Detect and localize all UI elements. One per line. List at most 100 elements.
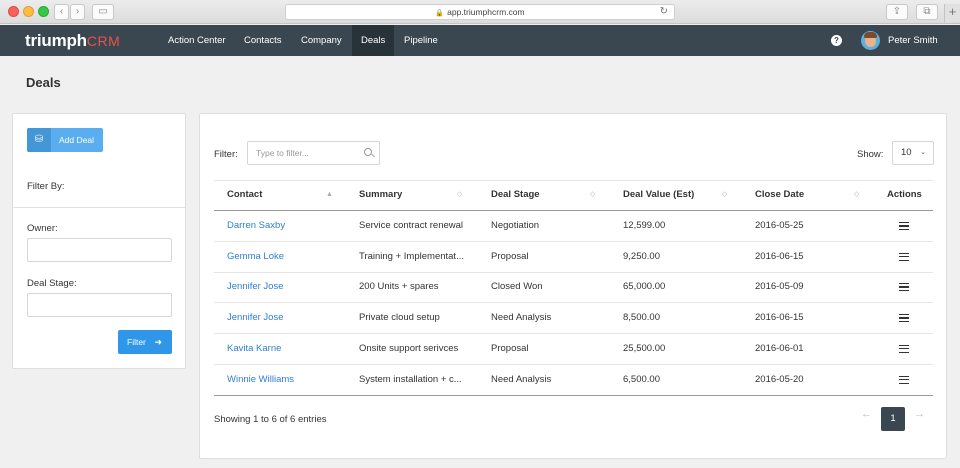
cell-summary: Service contract renewal	[359, 220, 464, 231]
cell-value: 65,000.00	[623, 281, 666, 293]
table-row: Darren Saxby Service contract renewal Nego…	[214, 211, 933, 241]
chevron-down-icon: ⌄	[920, 149, 926, 156]
cell-summary: Private cloud setup	[359, 312, 440, 324]
tabs-icon[interactable]: ⧉	[916, 4, 938, 20]
menu-icon[interactable]	[899, 222, 909, 230]
column-header-contact[interactable]: Contact	[227, 180, 262, 210]
column-header-summary[interactable]: Summary	[359, 180, 402, 210]
new-tab-icon[interactable]: +	[944, 4, 960, 22]
filter-button-label: Filter	[127, 337, 146, 347]
table-filter-placeholder: Type to filter...	[256, 148, 309, 158]
minimize-window-button[interactable]	[23, 6, 34, 17]
close-window-button[interactable]	[8, 6, 19, 17]
pagination-prev[interactable]: ←	[861, 408, 872, 420]
cell-value: 12,599.00	[623, 220, 666, 231]
cell-stage: Negotiation	[491, 220, 540, 231]
cell-summary: Onsite support serivces	[359, 342, 459, 354]
menu-icon[interactable]	[899, 375, 909, 384]
menu-icon[interactable]	[899, 344, 909, 353]
cell-stage: Need Analysis	[491, 312, 552, 324]
back-icon[interactable]: ‹	[54, 4, 69, 20]
cell-close-date: 2016-05-25	[755, 220, 804, 231]
table-row: Gemma Loke Training + Implementat... Propo…	[214, 242, 933, 272]
deal-stage-field[interactable]	[27, 293, 172, 317]
menu-icon[interactable]	[899, 252, 909, 261]
cell-stage: Closed Won	[491, 281, 543, 293]
filter-by-heading: Filter By:	[27, 181, 65, 192]
sort-icon[interactable]: ◇	[590, 180, 595, 210]
nav-deals[interactable]: Deals	[352, 25, 395, 56]
menu-icon[interactable]	[899, 283, 909, 292]
column-header-actions: Actions	[887, 189, 922, 200]
filter-panel: ⛁ Add Deal Filter By: Owner: Deal Stage:…	[12, 113, 186, 369]
table-filter-input[interactable]: Type to filter...	[247, 141, 380, 165]
cell-value: 25,500.00	[623, 342, 666, 354]
cell-value: 9,250.00	[623, 250, 660, 262]
browser-chrome: ‹ › ▭ 🔒 app.triumphcrm.com ↻ ⇪ ⧉ +	[0, 0, 960, 24]
contact-link[interactable]: Kavita Karne	[227, 334, 281, 364]
menu-icon[interactable]	[899, 314, 909, 323]
page-size-select[interactable]: 10 ⌄	[892, 141, 934, 165]
show-label: Show:	[857, 149, 884, 160]
nav-pipeline[interactable]: Pipeline	[395, 25, 447, 56]
sort-asc-icon[interactable]: ▲	[326, 180, 333, 210]
cell-summary: 200 Units + spares	[359, 281, 439, 293]
cell-stage: Need Analysis	[491, 373, 552, 385]
page-size-value: 10	[901, 147, 912, 158]
add-deal-button[interactable]: ⛁ Add Deal	[27, 128, 103, 152]
divider	[13, 207, 185, 208]
filter-button[interactable]: Filter ➜	[118, 330, 172, 354]
share-icon[interactable]: ⇪	[886, 4, 908, 20]
cell-close-date: 2016-05-09	[755, 281, 804, 293]
table-filter-label: Filter:	[214, 149, 238, 160]
pagination-page-1[interactable]: 1	[881, 407, 905, 431]
cell-close-date: 2016-06-01	[755, 342, 804, 354]
sort-icon[interactable]: ◇	[722, 180, 727, 210]
cell-stage: Proposal	[491, 342, 529, 354]
brand-logo[interactable]: triumphCRM	[25, 31, 120, 51]
pagination-next[interactable]: →	[914, 408, 925, 420]
page-title: Deals	[26, 75, 61, 90]
lock-icon: 🔒	[435, 10, 445, 17]
table-row: Jennifer Jose Private cloud setup Need Ana…	[214, 303, 933, 333]
contact-link[interactable]: Winnie Williams	[227, 365, 294, 395]
contact-link[interactable]: Gemma Loke	[227, 242, 284, 272]
owner-label: Owner:	[27, 223, 58, 234]
reload-icon[interactable]: ↻	[660, 5, 668, 19]
deals-table-panel: Filter: Type to filter... Show: 10 ⌄ Con…	[199, 113, 947, 459]
table-top-rule	[214, 180, 933, 181]
contact-link[interactable]: Jennifer Jose	[227, 303, 284, 333]
forward-icon[interactable]: ›	[70, 4, 85, 20]
sidebar-toggle-icon[interactable]: ▭	[92, 4, 114, 20]
search-icon	[364, 148, 372, 156]
cell-close-date: 2016-06-15	[755, 312, 804, 324]
contact-link[interactable]: Darren Saxby	[227, 211, 285, 241]
top-nav: triumphCRM Action Center Contacts Compan…	[0, 25, 960, 56]
table-row: Jennifer Jose 200 Units + spares Closed Wo…	[214, 272, 933, 302]
column-header-deal-value[interactable]: Deal Value (Est)	[623, 180, 694, 210]
cell-close-date: 2016-05-20	[755, 373, 804, 385]
nav-company[interactable]: Company	[292, 25, 351, 56]
cell-stage: Proposal	[491, 250, 529, 262]
zoom-window-button[interactable]	[38, 6, 49, 17]
deal-icon: ⛁	[27, 128, 51, 152]
nav-action-center[interactable]: Action Center	[159, 25, 235, 56]
table-row: Kavita Karne Onsite support serivces Propo…	[214, 334, 933, 364]
contact-link[interactable]: Jennifer Jose	[227, 272, 284, 302]
deal-stage-label: Deal Stage:	[27, 278, 77, 289]
row-divider	[214, 394, 933, 396]
owner-field[interactable]	[27, 238, 172, 262]
column-header-close-date[interactable]: Close Date	[755, 180, 804, 210]
user-name[interactable]: Peter Smith	[888, 25, 938, 56]
column-header-deal-stage[interactable]: Deal Stage	[491, 180, 540, 210]
cell-summary: Training + Implementat...	[359, 250, 464, 262]
entries-info: Showing 1 to 6 of 6 entries	[214, 414, 327, 425]
nav-contacts[interactable]: Contacts	[235, 25, 291, 56]
avatar[interactable]	[861, 31, 880, 50]
table-row: Winnie Williams System installation + c..…	[214, 365, 933, 395]
sort-icon[interactable]: ◇	[854, 180, 859, 210]
cell-value: 6,500.00	[623, 373, 660, 385]
help-icon[interactable]: ?	[831, 35, 842, 46]
address-bar[interactable]: 🔒 app.triumphcrm.com ↻	[285, 4, 675, 20]
sort-icon[interactable]: ◇	[457, 180, 462, 210]
